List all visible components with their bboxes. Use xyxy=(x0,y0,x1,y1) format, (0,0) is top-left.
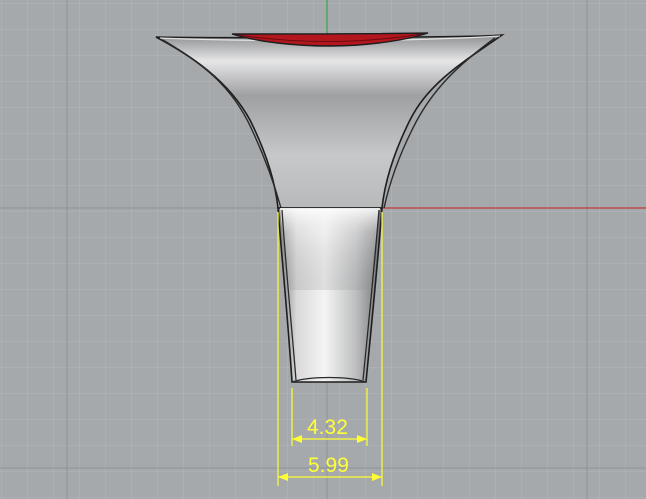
dim-outer-value[interactable]: 5.99 xyxy=(308,455,349,476)
front-viewport[interactable]: 4.32 5.99 xyxy=(0,0,646,499)
dim-inner-value[interactable]: 4.32 xyxy=(307,417,348,438)
